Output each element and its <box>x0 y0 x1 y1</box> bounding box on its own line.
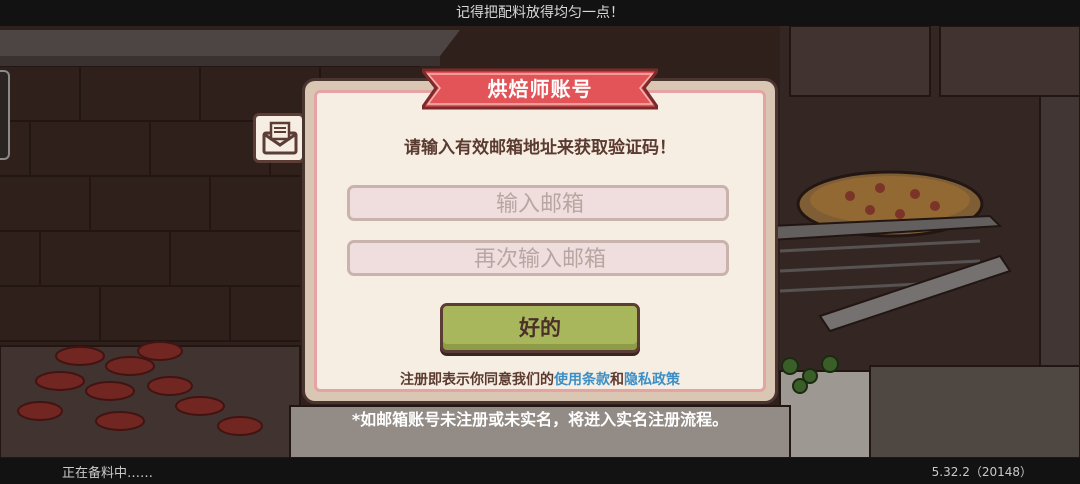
tip-text: 记得把配料放得均匀一点！ <box>456 5 624 21</box>
tip-bar: 记得把配料放得均匀一点！ <box>0 0 1080 26</box>
terms-and: 和 <box>610 372 624 388</box>
baker-account-dialog: 烘焙师账号 请输入有效邮箱地址来获取验证码！ 好的 注册即表示你同意我们的使用条… <box>305 68 775 401</box>
dialog-title-ribbon: 烘焙师账号 <box>422 66 658 112</box>
dialog-title: 烘焙师账号 <box>487 77 593 101</box>
terms-notice: 注册即表示你同意我们的使用条款和隐私政策 <box>305 369 775 389</box>
ok-button[interactable]: 好的 <box>440 303 640 353</box>
version-label: 5.32.2（20148） <box>931 465 1032 479</box>
terms-of-use-link[interactable]: 使用条款 <box>554 372 610 388</box>
loading-status: 正在备料中…… <box>62 466 154 481</box>
confirm-email-input[interactable] <box>350 243 730 275</box>
confirm-email-field[interactable] <box>347 240 730 276</box>
email-input[interactable] <box>350 188 730 220</box>
realname-footnote: *如邮箱账号未注册或未实名，将进入实名注册流程。 <box>351 410 729 429</box>
email-field[interactable] <box>347 185 730 221</box>
email-prompt: 请输入有效邮箱地址来获取验证码！ <box>404 138 676 158</box>
terms-prefix: 注册即表示你同意我们的 <box>400 372 554 388</box>
privacy-policy-link[interactable]: 隐私政策 <box>624 372 680 388</box>
mail-icon <box>262 121 298 155</box>
status-bar: 正在备料中…… 5.32.2（20148） <box>0 458 1080 484</box>
mail-badge <box>253 113 305 163</box>
side-drawer-tab[interactable] <box>0 70 10 160</box>
